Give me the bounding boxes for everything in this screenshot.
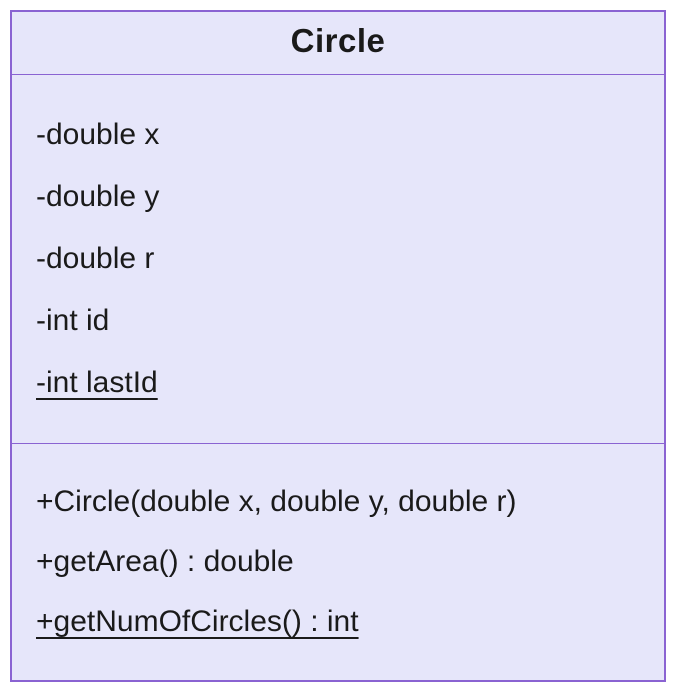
methods-compartment: +Circle(double x, double y, double r) +g… bbox=[12, 444, 664, 680]
attribute-row: -int id bbox=[36, 303, 640, 339]
diagram-canvas: Circle -double x -double y -double r -in… bbox=[0, 0, 678, 692]
class-name: Circle bbox=[12, 12, 664, 75]
method-row: +Circle(double x, double y, double r) bbox=[36, 484, 640, 520]
attribute-row-static: -int lastId bbox=[36, 365, 640, 401]
attribute-row: -double y bbox=[36, 179, 640, 215]
uml-class-box: Circle -double x -double y -double r -in… bbox=[10, 10, 666, 682]
attribute-row: -double r bbox=[36, 241, 640, 277]
method-row: +getArea() : double bbox=[36, 544, 640, 580]
attributes-compartment: -double x -double y -double r -int id -i… bbox=[12, 75, 664, 444]
method-row-static: +getNumOfCircles() : int bbox=[36, 604, 640, 640]
attribute-row: -double x bbox=[36, 117, 640, 153]
